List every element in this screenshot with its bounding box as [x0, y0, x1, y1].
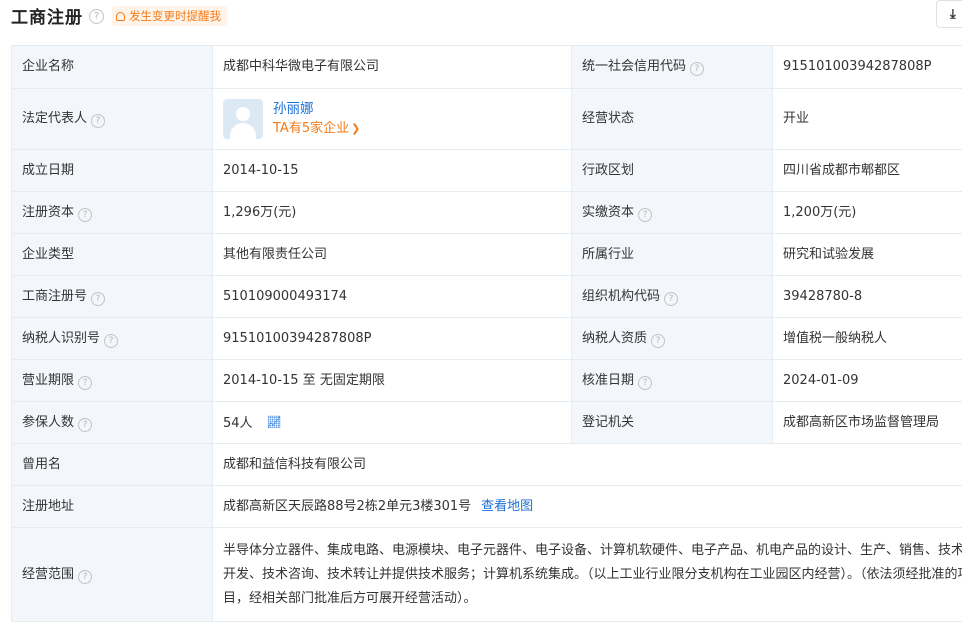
label-text: 营业期限 [22, 373, 74, 388]
help-icon[interactable]: ? [91, 292, 105, 306]
address-text: 成都高新区天辰路88号2栋2单元3楼301号 [223, 499, 471, 514]
value-founded: 2014-10-15 [213, 150, 572, 192]
legal-rep-companies-label: TA有5家企业 [273, 121, 349, 136]
help-icon[interactable]: ? [91, 114, 105, 128]
help-icon[interactable]: ? [690, 62, 704, 76]
help-icon[interactable]: ? [89, 9, 104, 24]
label-paid-capital: 实缴资本? [572, 192, 773, 234]
label-company-type: 企业类型 [12, 234, 213, 276]
help-icon[interactable]: ? [651, 334, 665, 348]
help-icon[interactable]: ? [78, 418, 92, 432]
table-row: 经营范围? 半导体分立器件、集成电路、电源模块、电子元器件、电子设备、计算机软硬… [12, 528, 962, 622]
table-row: 纳税人识别号? 91510100394287808P 纳税人资质? 增值税一般纳… [12, 318, 962, 360]
label-text: 参保人数 [22, 415, 74, 430]
change-alert-button[interactable]: 发生变更时提醒我 [112, 6, 227, 26]
label-legal-rep: 法定代表人? [12, 89, 213, 150]
value-region: 四川省成都市郫都区 [773, 150, 962, 192]
label-text: 核准日期 [582, 373, 634, 388]
label-founded: 成立日期 [12, 150, 213, 192]
view-map-link[interactable]: 查看地图 [481, 499, 533, 514]
label-insured: 参保人数? [12, 402, 213, 444]
table-row: 参保人数? 54人 📈︎ 登记机关 成都高新区市场监督管理局 [12, 402, 962, 444]
help-icon[interactable]: ? [638, 208, 652, 222]
label-org-code: 组织机构代码? [572, 276, 773, 318]
legal-rep-companies-link[interactable]: TA有5家企业❯ [273, 119, 360, 139]
section-header: 工商注册 ? 发生变更时提醒我 ⤓ [0, 0, 962, 34]
label-text: 组织机构代码 [582, 289, 660, 304]
value-scope: 半导体分立器件、集成电路、电源模块、电子元器件、电子设备、计算机软硬件、电子产品… [213, 528, 962, 622]
label-registrar: 登记机关 [572, 402, 773, 444]
table-row: 注册资本? 1,296万(元) 实缴资本? 1,200万(元) [12, 192, 962, 234]
help-icon[interactable]: ? [78, 208, 92, 222]
insured-count: 54人 [223, 416, 253, 431]
value-company-type: 其他有限责任公司 [213, 234, 572, 276]
table-row: 营业期限? 2014-10-15 至 无固定期限 核准日期? 2024-01-0… [12, 360, 962, 402]
table-row: 成立日期 2014-10-15 行政区划 四川省成都市郫都区 [12, 150, 962, 192]
label-text: 工商注册号 [22, 289, 87, 304]
table-row: 企业名称 成都中科华微电子有限公司 统一社会信用代码? 915101003942… [12, 46, 962, 89]
table-row: 曾用名 成都和益信科技有限公司 [12, 444, 962, 486]
value-insured: 54人 📈︎ [213, 402, 572, 444]
help-icon[interactable]: ? [78, 376, 92, 390]
help-icon[interactable]: ? [638, 376, 652, 390]
value-reg-number: 510109000493174 [213, 276, 572, 318]
help-icon[interactable]: ? [78, 570, 92, 584]
label-taxpayer-id: 纳税人识别号? [12, 318, 213, 360]
value-org-code: 39428780-8 [773, 276, 962, 318]
label-approval-date: 核准日期? [572, 360, 773, 402]
label-text: 纳税人识别号 [22, 331, 100, 346]
help-icon[interactable]: ? [664, 292, 678, 306]
label-reg-number: 工商注册号? [12, 276, 213, 318]
value-former-name: 成都和益信科技有限公司 [213, 444, 962, 486]
value-legal-rep: 孙丽娜 TA有5家企业❯ [213, 89, 572, 150]
table-row: 工商注册号? 510109000493174 组织机构代码? 39428780-… [12, 276, 962, 318]
value-paid-capital: 1,200万(元) [773, 192, 962, 234]
value-company-name: 成都中科华微电子有限公司 [213, 46, 572, 89]
value-address: 成都高新区天辰路88号2栋2单元3楼301号查看地图 [213, 486, 962, 528]
download-button[interactable]: ⤓ [936, 0, 962, 28]
table-row: 企业类型 其他有限责任公司 所属行业 研究和试验发展 [12, 234, 962, 276]
value-approval-date: 2024-01-09 [773, 360, 962, 402]
trend-chart-icon[interactable]: 📈︎ [267, 413, 282, 431]
label-credit-code: 统一社会信用代码? [572, 46, 773, 89]
label-text: 纳税人资质 [582, 331, 647, 346]
value-credit-code: 91510100394287808P [773, 46, 962, 89]
legal-rep-name-link[interactable]: 孙丽娜 [273, 99, 360, 119]
label-scope: 经营范围? [12, 528, 213, 622]
chevron-right-icon: ❯ [351, 119, 360, 139]
label-status: 经营状态 [572, 89, 773, 150]
label-former-name: 曾用名 [12, 444, 213, 486]
value-business-term: 2014-10-15 至 无固定期限 [213, 360, 572, 402]
label-text: 注册资本 [22, 205, 74, 220]
help-icon[interactable]: ? [104, 334, 118, 348]
legal-rep-info: 孙丽娜 TA有5家企业❯ [273, 99, 360, 139]
value-reg-capital: 1,296万(元) [213, 192, 572, 234]
value-taxpayer-id: 91510100394287808P [213, 318, 572, 360]
table-row: 法定代表人? 孙丽娜 TA有5家企业❯ 经营状态 开业 [12, 89, 962, 150]
label-taxpayer-qual: 纳税人资质? [572, 318, 773, 360]
label-address: 注册地址 [12, 486, 213, 528]
table-row: 注册地址 成都高新区天辰路88号2栋2单元3楼301号查看地图 [12, 486, 962, 528]
value-registrar: 成都高新区市场监督管理局 [773, 402, 962, 444]
label-industry: 所属行业 [572, 234, 773, 276]
label-text: 法定代表人 [22, 111, 87, 126]
avatar[interactable] [223, 99, 263, 139]
label-text: 经营范围 [22, 567, 74, 582]
change-alert-label: 发生变更时提醒我 [129, 9, 221, 23]
label-text: 统一社会信用代码 [582, 59, 686, 74]
value-taxpayer-qual: 增值税一般纳税人 [773, 318, 962, 360]
registration-table: 企业名称 成都中科华微电子有限公司 统一社会信用代码? 915101003942… [11, 45, 962, 622]
section-title: 工商注册 [11, 3, 83, 28]
label-region: 行政区划 [572, 150, 773, 192]
value-status: 开业 [773, 89, 962, 150]
bell-icon [116, 12, 125, 21]
label-company-name: 企业名称 [12, 46, 213, 89]
label-reg-capital: 注册资本? [12, 192, 213, 234]
label-business-term: 营业期限? [12, 360, 213, 402]
label-text: 实缴资本 [582, 205, 634, 220]
value-industry: 研究和试验发展 [773, 234, 962, 276]
download-icon: ⤓ [950, 7, 956, 22]
